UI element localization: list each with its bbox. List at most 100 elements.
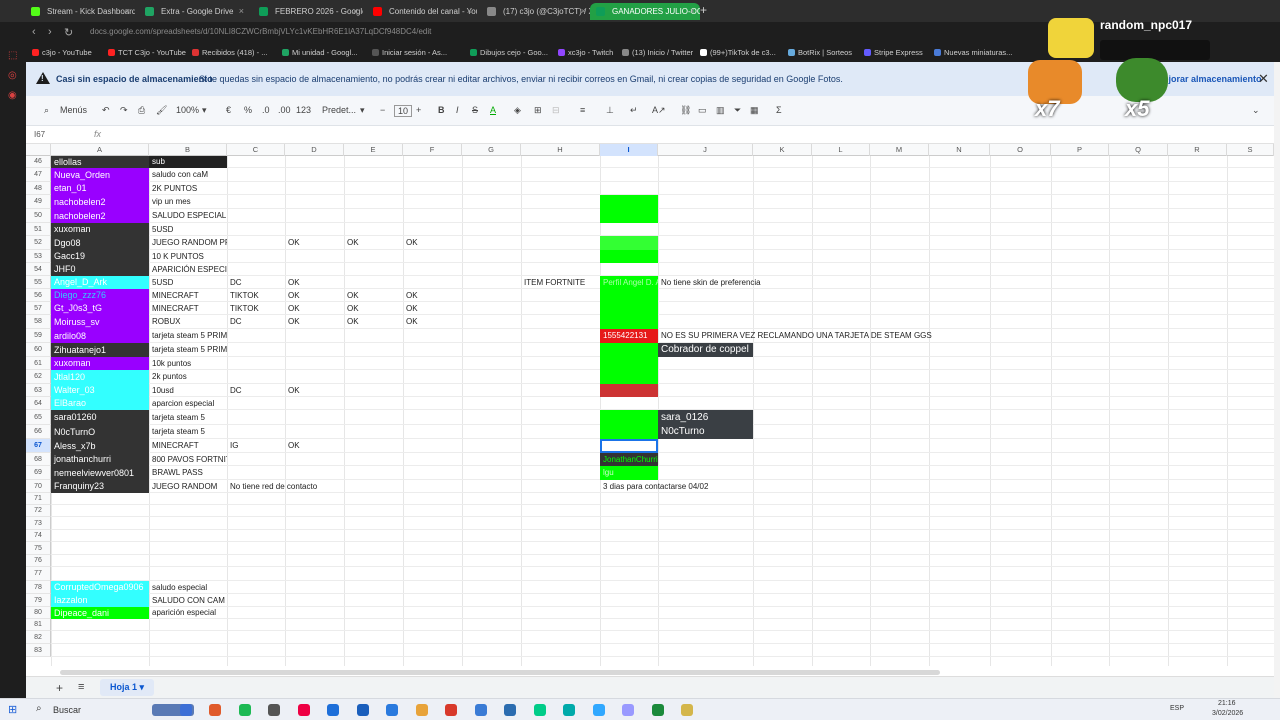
- cell-c[interactable]: No tiene red de contacto: [227, 480, 627, 493]
- cell-a[interactable]: nachobelen2: [51, 209, 149, 223]
- row-header[interactable]: 65: [26, 410, 51, 425]
- column-header[interactable]: M: [870, 144, 929, 156]
- search-icon[interactable]: ⌕: [44, 105, 49, 116]
- rail-icon[interactable]: ◉: [8, 90, 17, 101]
- cell-b[interactable]: MINECRAFT: [149, 289, 227, 302]
- cell-j[interactable]: No tiene skin de preferencia: [658, 276, 1058, 289]
- cell-b[interactable]: tarjeta steam 5: [149, 410, 227, 425]
- row-header[interactable]: 69: [26, 466, 51, 480]
- taskbar-app-icon[interactable]: [533, 704, 546, 716]
- row-header[interactable]: 64: [26, 397, 51, 410]
- row-header[interactable]: 74: [26, 530, 51, 542]
- cell-b[interactable]: 2k puntos: [149, 370, 227, 384]
- cell-a[interactable]: Walter_03: [51, 384, 149, 397]
- row-header[interactable]: 47: [26, 168, 51, 182]
- zoom-select[interactable]: 100%: [176, 105, 199, 115]
- align-icon[interactable]: ≡: [580, 105, 585, 115]
- cell-i[interactable]: 1555422131: [600, 329, 658, 343]
- upgrade-storage-link[interactable]: Mejorar almacenamiento: [1156, 74, 1262, 84]
- font-size-input[interactable]: 10: [394, 105, 413, 117]
- column-header[interactable]: B: [149, 144, 227, 156]
- cell-e[interactable]: OK: [344, 289, 403, 302]
- cell-f[interactable]: OK: [403, 302, 462, 315]
- cell-d[interactable]: OK: [285, 384, 344, 397]
- cell-b[interactable]: aparición especial: [149, 607, 227, 619]
- row-header[interactable]: 54: [26, 263, 51, 276]
- cell-e[interactable]: OK: [344, 315, 403, 329]
- forward-icon[interactable]: ›: [48, 26, 52, 38]
- browser-tab[interactable]: Extra - Google Drive ×: [139, 3, 249, 20]
- cell-d[interactable]: OK: [285, 315, 344, 329]
- cell-a[interactable]: nachobelen2: [51, 195, 149, 209]
- column-header[interactable]: Q: [1109, 144, 1168, 156]
- link-icon[interactable]: ⛓: [680, 105, 691, 116]
- bookmark-link[interactable]: Mi unidad - Googl...: [282, 48, 357, 57]
- font-size-increase-icon[interactable]: +: [416, 105, 421, 115]
- cell-i[interactable]: lgu: [600, 466, 658, 480]
- row-header[interactable]: 50: [26, 209, 51, 223]
- fill-color-icon[interactable]: ◈: [514, 105, 521, 116]
- cell-j[interactable]: sara_0126: [658, 410, 753, 425]
- bookmark-link[interactable]: BotRix | Sorteos: [788, 48, 852, 57]
- row-header[interactable]: 66: [26, 425, 51, 439]
- row-header[interactable]: 78: [26, 581, 51, 594]
- browser-tab[interactable]: FEBRERO 2026 - Google S×: [253, 3, 363, 20]
- column-header[interactable]: G: [462, 144, 521, 156]
- browser-tab[interactable]: Contenido del canal - You ×: [367, 3, 477, 20]
- cell-a[interactable]: CorruptedOmega0906: [51, 581, 149, 594]
- row-header[interactable]: 59: [26, 329, 51, 343]
- column-header[interactable]: H: [521, 144, 600, 156]
- cell-b[interactable]: 10usd: [149, 384, 227, 397]
- cell-b[interactable]: SALUDO ESPECIAL: [149, 209, 227, 223]
- browser-tab[interactable]: Stream - Kick Dashboard ×: [25, 3, 135, 20]
- number-format-button[interactable]: 123: [296, 105, 311, 115]
- row-header[interactable]: 63: [26, 384, 51, 397]
- bookmark-link[interactable]: TCT C3jo - YouTube: [108, 48, 186, 57]
- name-box[interactable]: I67: [34, 130, 45, 139]
- cell-b[interactable]: saludo con caM: [149, 168, 227, 182]
- cell-b[interactable]: aparcion especial: [149, 397, 227, 410]
- taskbar-app-icon[interactable]: [179, 704, 192, 716]
- column-header[interactable]: D: [285, 144, 344, 156]
- cell-a[interactable]: Franquiny23: [51, 480, 149, 493]
- row-header[interactable]: 51: [26, 223, 51, 236]
- row-header[interactable]: 73: [26, 517, 51, 530]
- cell-a[interactable]: Gt_J0s3_tG: [51, 302, 149, 315]
- cell-b[interactable]: 2K PUNTOS: [149, 182, 227, 195]
- cell-a[interactable]: xuxoman: [51, 357, 149, 370]
- percent-button[interactable]: %: [244, 105, 252, 115]
- cell-a[interactable]: Dipeace_dani: [51, 607, 149, 619]
- column-header[interactable]: A: [51, 144, 149, 156]
- windows-start-icon[interactable]: ⊞: [8, 703, 17, 716]
- cell-a[interactable]: Aless_x7b: [51, 439, 149, 453]
- cell-b[interactable]: 10 K PUNTOS: [149, 250, 227, 263]
- taskbar-app-icon[interactable]: [622, 704, 634, 716]
- new-tab-button[interactable]: +: [700, 3, 707, 17]
- cell-b[interactable]: 800 PAVOS FORTNITE: [149, 453, 227, 466]
- column-header[interactable]: F: [403, 144, 462, 156]
- add-sheet-icon[interactable]: +: [56, 681, 63, 695]
- cell-i[interactable]: 3 dias para contactarse 04/02: [600, 480, 900, 493]
- paint-format-icon[interactable]: 🖌: [156, 105, 167, 116]
- row-header[interactable]: 49: [26, 195, 51, 209]
- column-header[interactable]: E: [344, 144, 403, 156]
- row-header[interactable]: 56: [26, 289, 51, 302]
- column-header[interactable]: K: [753, 144, 812, 156]
- cell-j[interactable]: NO ES SU PRIMERA VEZ RECLAMANDO UNA TARJ…: [658, 329, 1058, 343]
- cell-a[interactable]: Iazzalon: [51, 594, 149, 607]
- column-header[interactable]: O: [990, 144, 1051, 156]
- bookmark-link[interactable]: Nuevas miniaturas...: [934, 48, 1012, 57]
- row-header[interactable]: 67: [26, 439, 51, 453]
- close-tab-icon[interactable]: ×: [467, 6, 472, 16]
- functions-icon[interactable]: Σ: [776, 105, 782, 115]
- column-header[interactable]: J: [658, 144, 753, 156]
- search-icon[interactable]: ⌕: [36, 703, 42, 714]
- italic-icon[interactable]: I: [456, 105, 459, 115]
- row-header[interactable]: 75: [26, 542, 51, 555]
- bookmark-link[interactable]: c3jo - YouTube: [32, 48, 92, 57]
- cell-a[interactable]: xuxoman: [51, 223, 149, 236]
- rotate-text-icon[interactable]: A↗: [652, 105, 666, 116]
- bookmark-link[interactable]: (99+)TikTok de c3...: [700, 48, 776, 57]
- cell-b[interactable]: vip un mes: [149, 195, 227, 209]
- cell-a[interactable]: Zihuatanejo1: [51, 343, 149, 357]
